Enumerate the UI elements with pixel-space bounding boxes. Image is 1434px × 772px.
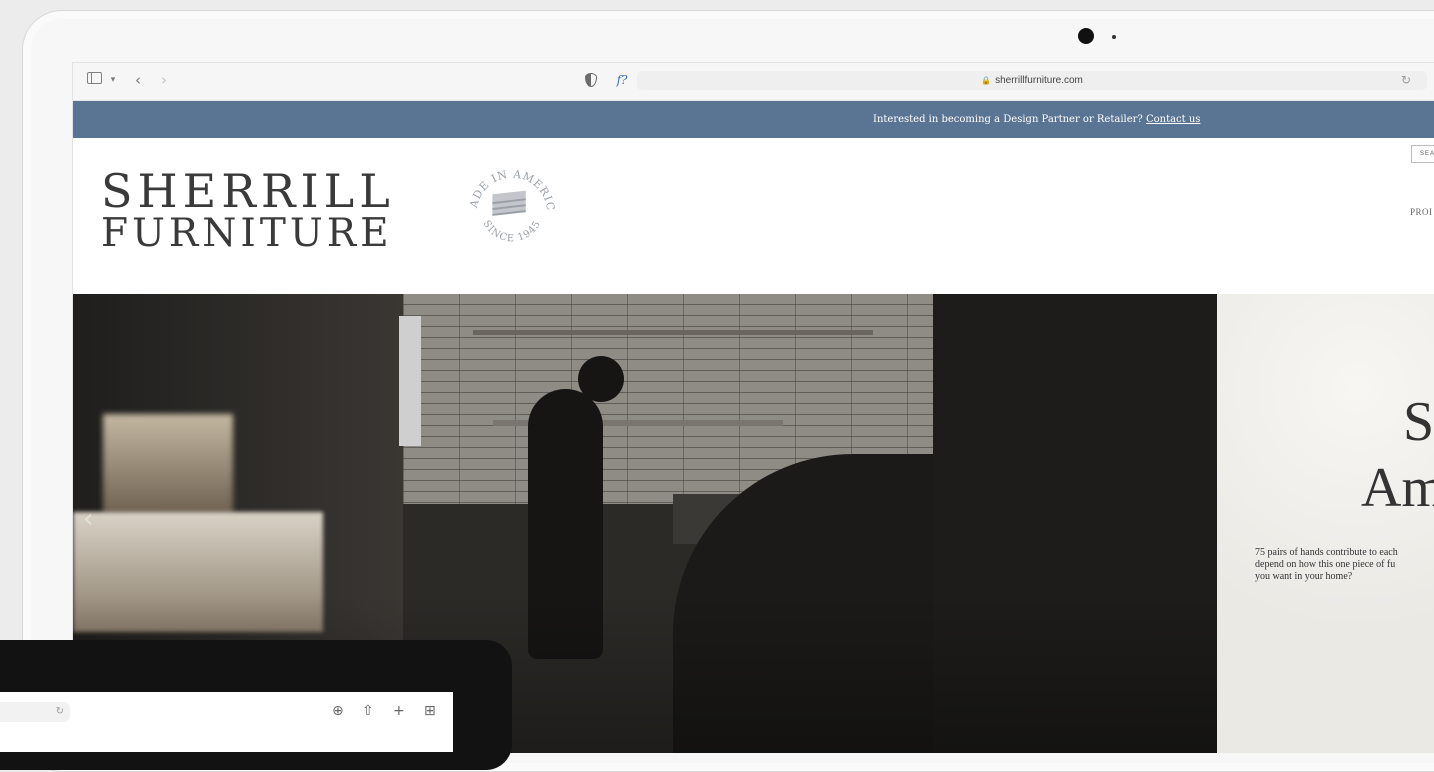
sidebar-icon[interactable] bbox=[85, 71, 103, 89]
flag-icon bbox=[492, 190, 526, 216]
format-extension-button[interactable]: f? bbox=[611, 71, 633, 89]
tablet-screen: ↻ ⊕ ⇧ + ⊞ bbox=[0, 692, 453, 752]
tablet-frame: ↻ ⊕ ⇧ + ⊞ bbox=[0, 640, 512, 770]
seal-bottom-text: SINCE 1945 bbox=[481, 219, 543, 245]
window bbox=[399, 316, 421, 446]
made-in-america-seal: MADE IN AMERICA SINCE 1945 bbox=[463, 162, 556, 245]
address-bar[interactable]: 🔒 sherrillfurniture.com bbox=[637, 71, 1427, 90]
banner-message: Interested in becoming a Design Partner … bbox=[873, 101, 1200, 138]
shelf bbox=[473, 330, 873, 335]
back-icon[interactable]: ‹ bbox=[131, 71, 145, 89]
site-header: SHERRILL FURNITURE MADE IN AMERICA SINCE… bbox=[73, 138, 1434, 294]
search-button[interactable]: SEA bbox=[1411, 145, 1434, 163]
logo-line-1: SHERRILL bbox=[101, 164, 395, 218]
logo-line-2: FURNITURE bbox=[101, 211, 393, 256]
contact-us-link[interactable]: Contact us bbox=[1146, 114, 1200, 125]
new-tab-icon[interactable]: + bbox=[393, 703, 405, 719]
tabs-grid-icon[interactable]: ⊞ bbox=[424, 703, 436, 719]
camera-sensor bbox=[1112, 35, 1116, 39]
url-text: sherrillfurniture.com bbox=[995, 75, 1083, 86]
reload-icon[interactable]: ↻ bbox=[1399, 71, 1413, 89]
hero-heading-line-2: Am bbox=[1361, 457, 1434, 519]
wood-stack bbox=[103, 414, 233, 514]
hero-heading-line-1: S bbox=[1403, 391, 1434, 453]
hero-description: 75 pairs of hands contribute to each dep… bbox=[1255, 547, 1398, 582]
forward-icon[interactable]: › bbox=[157, 71, 171, 89]
download-icon[interactable]: ⊕ bbox=[332, 703, 344, 719]
shield-icon[interactable] bbox=[583, 71, 599, 89]
lock-icon: 🔒 bbox=[981, 76, 992, 85]
craftsman-head bbox=[578, 356, 624, 402]
carousel-prev-icon[interactable]: ‹ bbox=[83, 504, 93, 534]
browser-toolbar: ▾ ‹ › f? 🔒 sherrillfurniture.com ↻ bbox=[73, 63, 1434, 101]
site-logo[interactable]: SHERRILL FURNITURE bbox=[101, 168, 395, 254]
reload-icon[interactable]: ↻ bbox=[56, 706, 64, 717]
hero-text-panel: S Am 75 pairs of hands contribute to eac… bbox=[1217, 294, 1434, 753]
announcement-banner: Interested in becoming a Design Partner … bbox=[73, 101, 1434, 138]
share-icon[interactable]: ⇧ bbox=[362, 703, 374, 719]
nav-products[interactable]: PROI bbox=[1410, 207, 1433, 217]
tablet-address-bar[interactable]: ↻ bbox=[0, 702, 70, 722]
banner-text: Interested in becoming a Design Partner … bbox=[873, 114, 1143, 125]
svg-text:SINCE 1945: SINCE 1945 bbox=[481, 219, 544, 245]
chevron-down-icon[interactable]: ▾ bbox=[107, 71, 119, 89]
camera bbox=[1078, 28, 1094, 44]
